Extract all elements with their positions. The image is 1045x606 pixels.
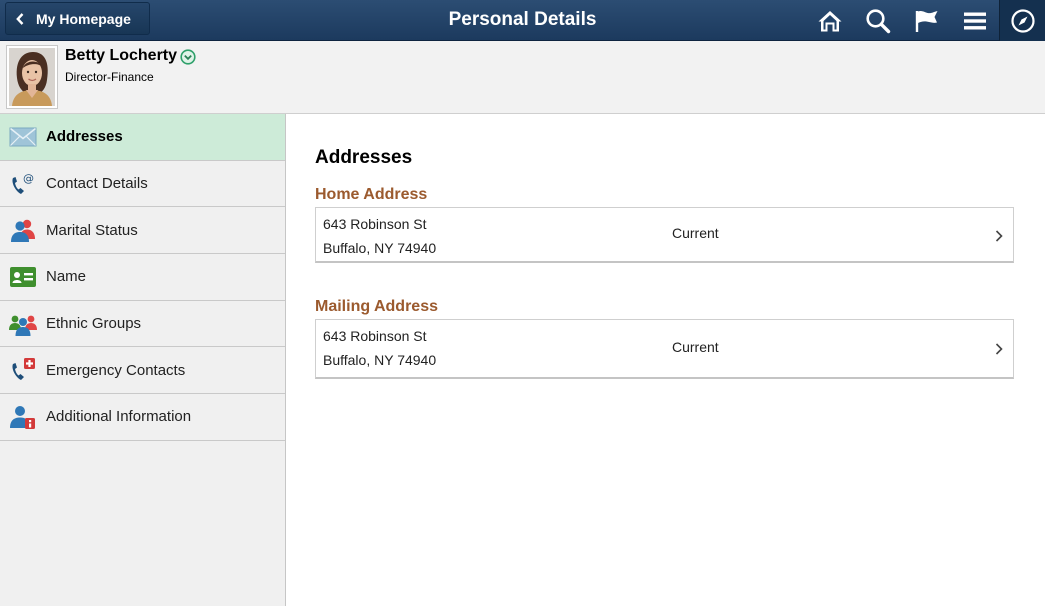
id-card-icon <box>0 254 46 300</box>
address-status: Current <box>672 225 719 241</box>
sidebar-item-label: Ethnic Groups <box>46 315 142 333</box>
menu-icon[interactable] <box>952 0 998 41</box>
sidebar-item-emergency-contacts[interactable]: Emergency Contacts <box>0 347 285 395</box>
sidebar-item-label: Addresses <box>46 128 123 146</box>
sidebar-item-label: Additional Information <box>46 408 192 426</box>
compass-icon[interactable] <box>999 0 1045 41</box>
sidebar-item-additional-information[interactable]: Additional Information <box>0 394 285 441</box>
home-address-heading: Home Address <box>315 186 428 203</box>
sidebar-item-label: Name <box>46 268 87 286</box>
employee-header: Betty Locherty Director-Finance <box>0 41 1045 114</box>
sidebar-item-marital-status[interactable]: Marital Status <box>0 207 285 255</box>
chevron-right-icon <box>994 229 1004 243</box>
group-icon <box>0 301 46 347</box>
address-line-1: 643 Robinson St <box>323 216 427 232</box>
envelope-icon <box>0 114 46 160</box>
address-line-2: Buffalo, NY 74940 <box>323 352 437 368</box>
sidebar-item-addresses[interactable]: Addresses <box>0 114 285 161</box>
couple-icon <box>0 207 46 253</box>
mailing-address-heading: Mailing Address <box>315 298 438 315</box>
person-info-icon <box>0 394 46 440</box>
main-content: Addresses Home Address 643 Robinson St B… <box>315 114 1015 379</box>
search-icon[interactable] <box>855 0 901 41</box>
back-to-homepage-button[interactable]: My Homepage <box>5 2 150 35</box>
sidebar-nav: Addresses @ Contact Details Marital Stat… <box>0 114 286 606</box>
sidebar-item-label: Contact Details <box>46 175 148 193</box>
back-button-label: My Homepage <box>36 10 131 27</box>
sidebar-item-label: Emergency Contacts <box>46 361 186 379</box>
sidebar-item-name[interactable]: Name <box>0 254 285 301</box>
sidebar-item-ethnic-groups[interactable]: Ethnic Groups <box>0 301 285 348</box>
flag-icon[interactable] <box>904 0 950 41</box>
address-line-2: Buffalo, NY 74940 <box>323 240 437 256</box>
address-status: Current <box>672 339 719 355</box>
svg-text:@: @ <box>23 172 34 185</box>
chevron-right-icon <box>994 342 1004 356</box>
employee-photo <box>6 45 58 109</box>
check-circle-icon <box>180 49 196 65</box>
mailing-address-card[interactable]: 643 Robinson St Buffalo, NY 74940 Curren… <box>315 319 1014 379</box>
sidebar-item-label: Marital Status <box>46 221 138 239</box>
home-icon[interactable] <box>807 0 853 41</box>
employee-name: Betty Locherty <box>65 47 178 64</box>
home-address-card[interactable]: 643 Robinson St Buffalo, NY 74940 Curren… <box>315 207 1014 263</box>
sidebar-item-contact-details[interactable]: @ Contact Details <box>0 161 285 208</box>
phone-emergency-icon <box>0 347 46 393</box>
phone-at-icon: @ <box>0 161 46 207</box>
address-line-1: 643 Robinson St <box>323 328 427 344</box>
chevron-left-icon <box>16 12 28 26</box>
employee-job-title: Director-Finance <box>65 70 154 84</box>
section-title: Addresses <box>315 147 413 168</box>
top-banner: My Homepage Personal Details <box>0 0 1045 41</box>
